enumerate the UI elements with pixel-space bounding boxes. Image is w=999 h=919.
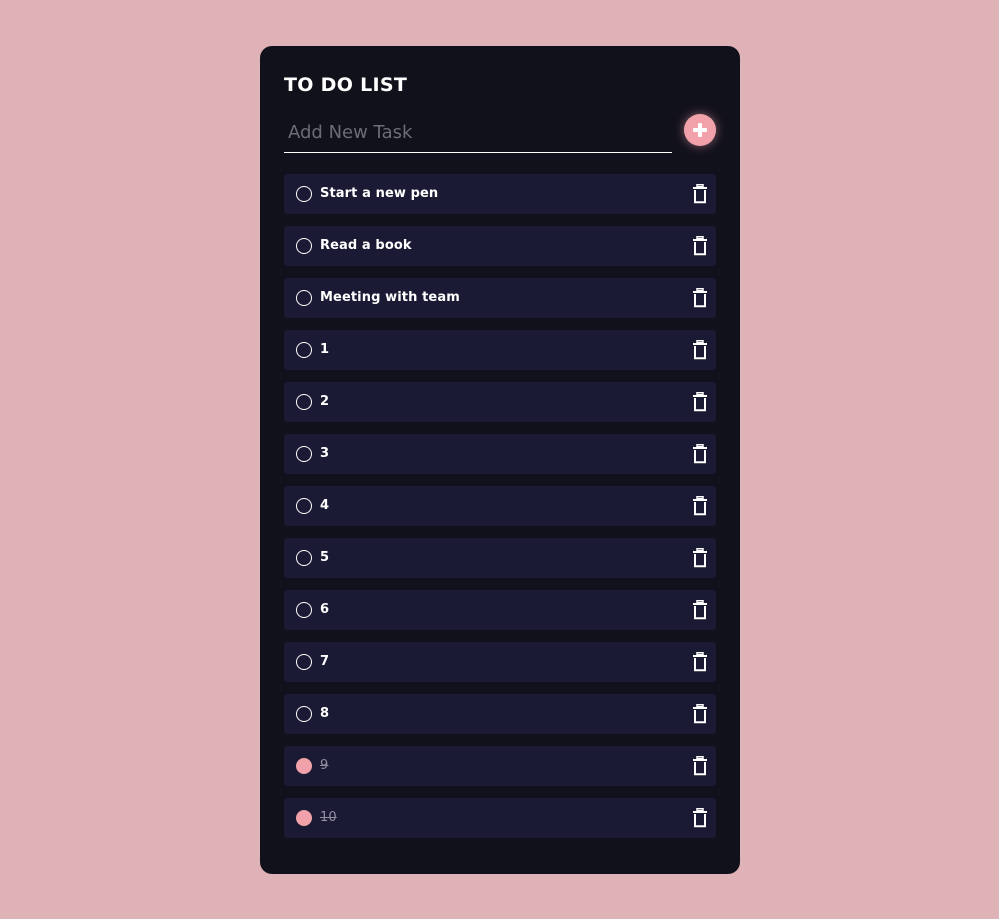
circle-checkbox-icon[interactable]: [296, 758, 312, 774]
circle-checkbox-icon[interactable]: [296, 602, 312, 618]
task-text: Read a book: [320, 238, 412, 253]
task-item: 8: [284, 694, 716, 734]
task-text: 3: [320, 446, 330, 461]
task-text: Meeting with team: [320, 290, 460, 305]
new-task-input[interactable]: [284, 113, 672, 153]
trash-icon: [693, 288, 707, 308]
circle-checkbox-icon[interactable]: [296, 290, 312, 306]
delete-task-button[interactable]: [692, 288, 708, 308]
task-item: 1: [284, 330, 716, 370]
circle-checkbox-icon[interactable]: [296, 446, 312, 462]
delete-task-button[interactable]: [692, 392, 708, 412]
trash-icon: [693, 392, 707, 412]
circle-checkbox-icon[interactable]: [296, 550, 312, 566]
trash-icon: [693, 236, 707, 256]
task-item: 7: [284, 642, 716, 682]
plus-icon: [693, 123, 707, 137]
task-text: 7: [320, 654, 330, 669]
circle-checkbox-icon[interactable]: [296, 394, 312, 410]
circle-checkbox-icon[interactable]: [296, 238, 312, 254]
task-text: 1: [320, 342, 330, 357]
trash-icon: [693, 652, 707, 672]
task-item: 4: [284, 486, 716, 526]
circle-checkbox-icon[interactable]: [296, 498, 312, 514]
new-task-form: [284, 113, 716, 155]
delete-task-button[interactable]: [692, 704, 708, 724]
task-item: 9: [284, 746, 716, 786]
trash-icon: [693, 444, 707, 464]
delete-task-button[interactable]: [692, 808, 708, 828]
task-item: Meeting with team: [284, 278, 716, 318]
delete-task-button[interactable]: [692, 600, 708, 620]
task-text: 8: [320, 706, 330, 721]
task-text: 6: [320, 602, 330, 617]
delete-task-button[interactable]: [692, 236, 708, 256]
trash-icon: [693, 340, 707, 360]
circle-checkbox-icon[interactable]: [296, 186, 312, 202]
trash-icon: [693, 756, 707, 776]
trash-icon: [693, 704, 707, 724]
task-text: 5: [320, 550, 330, 565]
trash-icon: [693, 548, 707, 568]
add-task-button[interactable]: [684, 114, 716, 146]
delete-task-button[interactable]: [692, 756, 708, 776]
circle-checkbox-icon[interactable]: [296, 706, 312, 722]
task-item: Read a book: [284, 226, 716, 266]
task-text: 4: [320, 498, 330, 513]
delete-task-button[interactable]: [692, 496, 708, 516]
delete-task-button[interactable]: [692, 548, 708, 568]
trash-icon: [693, 808, 707, 828]
delete-task-button[interactable]: [692, 184, 708, 204]
task-text: 9: [320, 758, 329, 773]
task-list: Start a new pen Read a book Meeting with…: [284, 174, 716, 850]
task-item: 6: [284, 590, 716, 630]
task-text: 10: [320, 810, 337, 825]
circle-checkbox-icon[interactable]: [296, 810, 312, 826]
todo-card: TO DO LIST Start a new pen Read a book: [260, 46, 740, 874]
delete-task-button[interactable]: [692, 340, 708, 360]
task-item: 3: [284, 434, 716, 474]
circle-checkbox-icon[interactable]: [296, 342, 312, 358]
trash-icon: [693, 184, 707, 204]
task-item: 5: [284, 538, 716, 578]
task-item: Start a new pen: [284, 174, 716, 214]
task-text: 2: [320, 394, 330, 409]
delete-task-button[interactable]: [692, 444, 708, 464]
trash-icon: [693, 496, 707, 516]
page-title: TO DO LIST: [284, 74, 408, 96]
delete-task-button[interactable]: [692, 652, 708, 672]
circle-checkbox-icon[interactable]: [296, 654, 312, 670]
task-item: 10: [284, 798, 716, 838]
trash-icon: [693, 600, 707, 620]
task-text: Start a new pen: [320, 186, 439, 201]
task-item: 2: [284, 382, 716, 422]
